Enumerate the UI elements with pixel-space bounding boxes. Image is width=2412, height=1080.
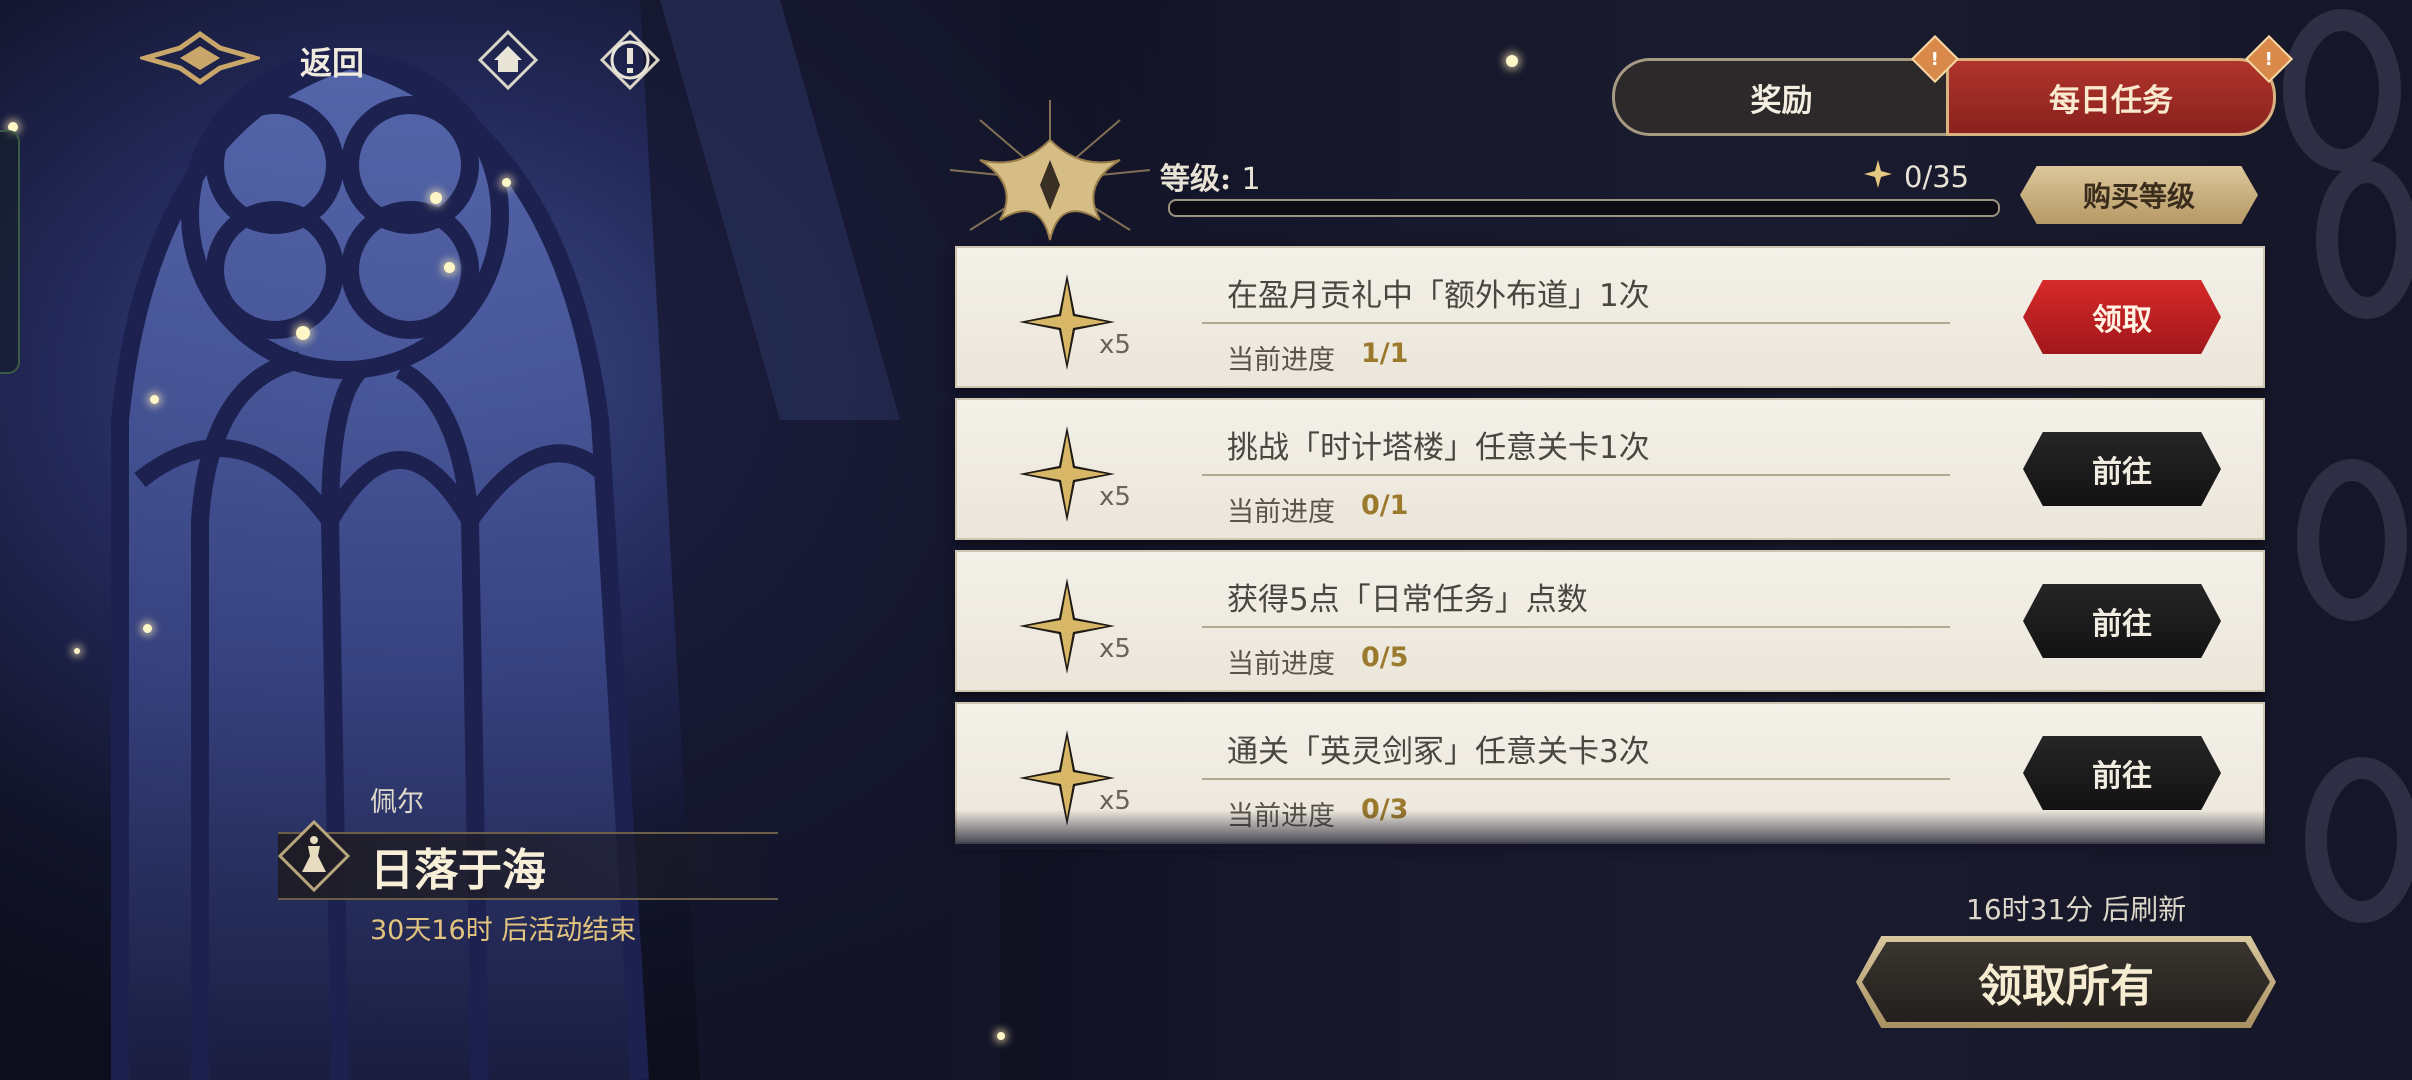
sparkle <box>1506 55 1518 67</box>
progress-label: 当前进度 <box>1227 497 1335 528</box>
quest-title: 通关「英灵剑冢」任意关卡3次 <box>1227 734 1650 770</box>
tab-bar: 奖励 每日任务 ! ! <box>1612 34 2294 136</box>
claim-all-label: 领取所有 <box>1862 942 2270 1022</box>
list-scroll-fade <box>955 810 2265 850</box>
level-progress-bar <box>1168 199 2000 217</box>
sparkle <box>444 262 455 273</box>
quest-item: x5 获得5点「日常任务」点数 当前进度 0/5 前往 <box>955 550 2265 692</box>
costume-dress-icon <box>278 820 350 892</box>
level-label: 等级: 1 <box>1160 162 1261 197</box>
goto-button[interactable]: 前往 <box>2023 432 2221 506</box>
refresh-timer: 16时31分 后刷新 <box>1966 893 2187 926</box>
buy-level-button[interactable]: 购买等级 <box>2020 166 2258 224</box>
xp-counter: 0/35 <box>1904 160 1970 194</box>
sparkle <box>143 624 152 633</box>
back-button[interactable]: 返回 <box>300 38 364 84</box>
divider <box>1202 474 1950 476</box>
level-value: 1 <box>1241 162 1261 197</box>
character-name: 佩尔 <box>370 787 424 818</box>
costume-name: 日落于海 <box>370 845 546 896</box>
claim-all-button[interactable]: 领取所有 <box>1856 936 2276 1028</box>
alert-icon[interactable] <box>598 28 662 92</box>
divider <box>1202 778 1950 780</box>
sparkle <box>502 178 511 187</box>
tab-daily-tasks[interactable]: 每日任务 <box>1946 58 2276 136</box>
progress-value: 0/5 <box>1361 642 1409 673</box>
event-end-timer: 30天16时 后活动结束 <box>370 915 637 946</box>
tab-daily-tasks-label: 每日任务 <box>2049 82 2173 119</box>
reward-count: x5 <box>1099 482 1131 512</box>
quest-item: x5 在盈月贡礼中「额外布道」1次 当前进度 1/1 领取 <box>955 246 2265 388</box>
quest-item: x5 挑战「时计塔楼」任意关卡1次 当前进度 0/1 前往 <box>955 398 2265 540</box>
reward-count: x5 <box>1099 634 1131 664</box>
quest-title: 在盈月贡礼中「额外布道」1次 <box>1227 278 1650 314</box>
progress-label: 当前进度 <box>1227 649 1335 680</box>
goto-button[interactable]: 前往 <box>2023 736 2221 810</box>
goto-button[interactable]: 前往 <box>2023 584 2221 658</box>
progress-value: 0/1 <box>1361 490 1409 521</box>
progress-label: 当前进度 <box>1227 345 1335 376</box>
divider <box>1202 626 1950 628</box>
sparkle <box>150 395 159 404</box>
home-icon[interactable] <box>476 28 540 92</box>
sparkle <box>74 648 80 654</box>
sun-emblem-icon <box>949 100 1151 241</box>
sparkle <box>997 1032 1005 1040</box>
divider <box>1202 322 1950 324</box>
quest-title: 获得5点「日常任务」点数 <box>1227 582 1588 618</box>
side-drawer-tab[interactable] <box>0 130 20 374</box>
star-icon <box>1864 160 1892 188</box>
claim-button[interactable]: 领取 <box>2023 280 2221 354</box>
quest-list: x5 在盈月贡礼中「额外布道」1次 当前进度 1/1 领取 x5 挑战「时计塔楼… <box>955 246 2265 846</box>
sparkle <box>296 326 310 340</box>
reward-count: x5 <box>1099 330 1131 360</box>
quest-title: 挑战「时计塔楼」任意关卡1次 <box>1227 430 1650 466</box>
sparkle <box>430 192 442 204</box>
tab-rewards-label: 奖励 <box>1750 82 1813 119</box>
logo-emblem-icon[interactable] <box>140 28 260 88</box>
tab-rewards[interactable]: 奖励 <box>1612 58 1948 136</box>
progress-value: 1/1 <box>1361 338 1409 369</box>
